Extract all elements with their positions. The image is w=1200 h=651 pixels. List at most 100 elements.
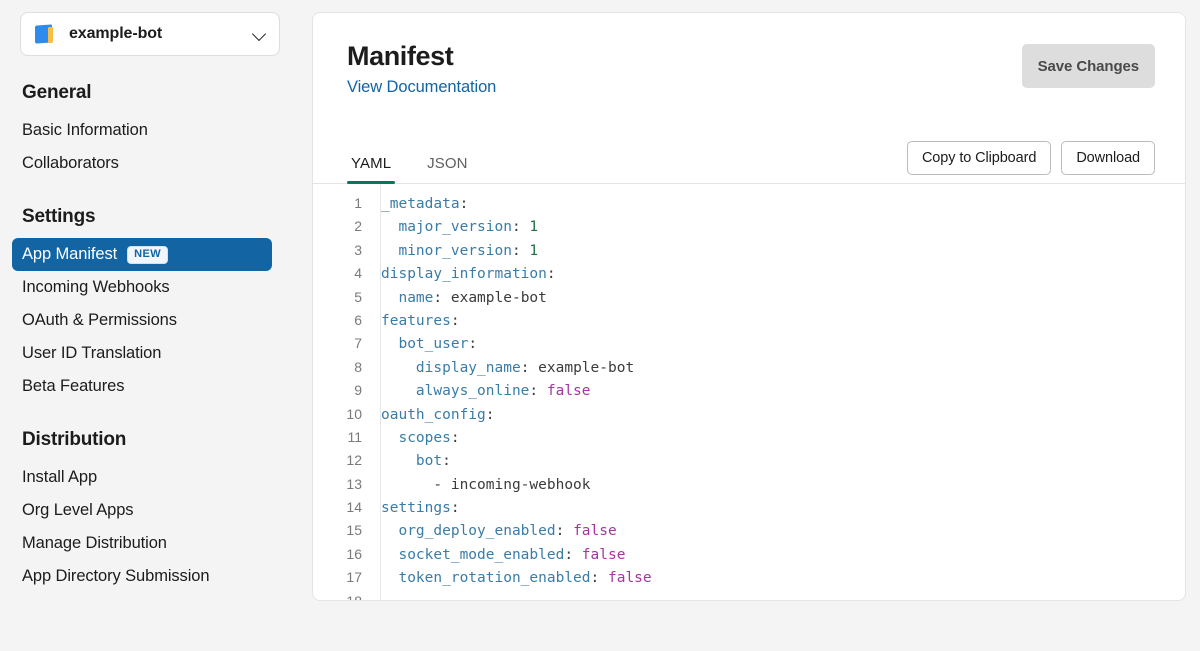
app-root: example-bot General Basic Information Coll… — [0, 0, 1200, 651]
copy-to-clipboard-button[interactable]: Copy to Clipboard — [906, 141, 1052, 175]
sidebar-item-label: App Manifest — [22, 245, 118, 263]
line-content: bot_user: — [381, 336, 478, 353]
line-content: _metadata: — [381, 196, 469, 212]
line-number: 18 — [346, 592, 362, 601]
line-content: socket_mode_enabled: false — [381, 546, 626, 563]
code-line: 17 token_rotation_enabled: false — [313, 566, 1185, 589]
sidebar: example-bot General Basic Information Coll… — [0, 0, 300, 651]
sidebar-item-label: OAuth & Permissions — [22, 311, 177, 329]
code-line: 1 _metadata: — [313, 192, 1185, 215]
line-content: bot: — [381, 453, 451, 470]
line-number: 11 — [347, 428, 362, 445]
code-line: 13 - incoming-webhook — [313, 473, 1185, 496]
tab-yaml[interactable]: YAML — [347, 155, 396, 184]
sidebar-item-label: App Directory Submission — [22, 567, 210, 585]
line-content: oauth_config: — [381, 406, 495, 423]
line-number: 9 — [354, 382, 362, 399]
code-line: 3 minor_version: 1 — [313, 239, 1185, 262]
sidebar-item-install-app[interactable]: Install App — [20, 461, 280, 494]
sidebar-item-oauth-permissions[interactable]: OAuth & Permissions — [20, 304, 280, 337]
line-content: name: example-bot — [381, 289, 547, 306]
code-line: 8 display_name: example-bot — [313, 356, 1185, 379]
line-number: 5 — [354, 288, 362, 305]
sidebar-item-basic-information[interactable]: Basic Information — [20, 114, 280, 147]
line-number: 15 — [346, 522, 362, 539]
save-changes-button[interactable]: Save Changes — [1021, 44, 1155, 88]
sidebar-item-beta-features[interactable]: Beta Features — [20, 370, 280, 403]
line-number: 10 — [346, 405, 362, 422]
line-number: 6 — [354, 311, 362, 328]
sidebar-item-app-directory-submission[interactable]: App Directory Submission — [20, 560, 280, 593]
code-line: 14 settings: — [313, 496, 1185, 519]
sidebar-item-label: Install App — [22, 468, 98, 486]
line-number: 17 — [346, 569, 362, 586]
sidebar-item-collaborators[interactable]: Collaborators — [20, 147, 280, 180]
line-content: display_information: — [381, 266, 556, 283]
sidebar-nav: General Basic Information Collaborators Set… — [12, 82, 280, 593]
sidebar-item-label: Basic Information — [22, 121, 148, 139]
code-line: 6 features: — [313, 309, 1185, 332]
view-documentation-link[interactable]: View Documentation — [347, 78, 496, 96]
code-line: 9 always_online: false — [313, 379, 1185, 402]
tabs-container: YAML JSON — [347, 155, 500, 184]
card-header-titles: Manifest View Documentation — [347, 41, 1022, 97]
line-content: always_online: false — [381, 383, 591, 400]
code-line: 11 scopes: — [313, 426, 1185, 449]
line-content: features: — [381, 312, 460, 329]
code-line: 10 oauth_config: — [313, 403, 1185, 426]
sidebar-item-user-id-translation[interactable]: User ID Translation — [20, 337, 280, 370]
sidebar-item-label: Incoming Webhooks — [22, 278, 170, 296]
main-content: Manifest View Documentation Save Changes… — [300, 0, 1200, 651]
code-line: 4 display_information: — [313, 262, 1185, 285]
yaml-code-editor[interactable]: 1 _metadata: 2 major_version: 13 minor_ver… — [313, 184, 1185, 601]
gutter-divider — [380, 184, 381, 600]
sidebar-item-org-level-apps[interactable]: Org Level Apps — [20, 494, 280, 527]
line-number: 12 — [346, 452, 362, 469]
sidebar-section-title: Settings — [22, 206, 96, 227]
editor-actions: Copy to Clipboard Download — [906, 141, 1155, 183]
code-line: 18 — [313, 590, 1185, 601]
sidebar-item-label: Collaborators — [22, 154, 119, 172]
code-line: 12 bot: — [313, 449, 1185, 472]
tab-json[interactable]: JSON — [423, 155, 471, 183]
sidebar-item-app-manifest[interactable]: App Manifest NEW — [12, 238, 272, 271]
sidebar-section-title: Distribution — [22, 429, 127, 450]
sidebar-item-label: Manage Distribution — [22, 534, 167, 552]
line-content: - incoming-webhook — [381, 476, 591, 493]
app-switcher-dropdown[interactable]: example-bot — [20, 12, 280, 56]
line-number: 4 — [354, 265, 362, 282]
book-icon — [35, 24, 57, 44]
line-number: 13 — [346, 475, 362, 492]
line-content: display_name: example-bot — [381, 359, 635, 376]
sidebar-section-title: General — [22, 82, 92, 103]
chevron-down-icon — [253, 27, 267, 41]
app-switcher-label: example-bot — [69, 25, 163, 42]
line-number: 1 — [354, 195, 362, 211]
line-number: 7 — [354, 335, 362, 352]
download-button[interactable]: Download — [1061, 141, 1155, 175]
line-content: minor_version: 1 — [381, 242, 539, 259]
code-line: 16 socket_mode_enabled: false — [313, 543, 1185, 566]
sidebar-item-label: User ID Translation — [22, 344, 162, 362]
page-title: Manifest — [347, 41, 454, 71]
line-content: settings: — [381, 500, 460, 517]
card-header: Manifest View Documentation Save Changes — [313, 13, 1185, 139]
line-content: org_deploy_enabled: false — [381, 523, 617, 540]
line-number: 3 — [354, 241, 362, 258]
sidebar-item-label: Org Level Apps — [22, 501, 134, 519]
code-lines: 1 _metadata: 2 major_version: 13 minor_ver… — [313, 192, 1185, 601]
line-content: token_rotation_enabled: false — [381, 570, 652, 587]
line-content: scopes: — [381, 429, 460, 446]
line-number: 14 — [346, 499, 362, 516]
sidebar-item-label: Beta Features — [22, 377, 125, 395]
manifest-card: Manifest View Documentation Save Changes… — [312, 12, 1186, 601]
sidebar-item-manage-distribution[interactable]: Manage Distribution — [20, 527, 280, 560]
sidebar-section-general: General Basic Information Collaborators — [20, 82, 280, 180]
line-number: 8 — [354, 358, 362, 375]
line-content: major_version: 1 — [381, 219, 539, 236]
sidebar-item-incoming-webhooks[interactable]: Incoming Webhooks — [20, 271, 280, 304]
code-line: 15 org_deploy_enabled: false — [313, 519, 1185, 542]
tab-bar: YAML JSON Copy to Clipboard Download — [313, 139, 1185, 184]
code-line: 5 name: example-bot — [313, 286, 1185, 309]
new-badge: NEW — [127, 245, 168, 264]
